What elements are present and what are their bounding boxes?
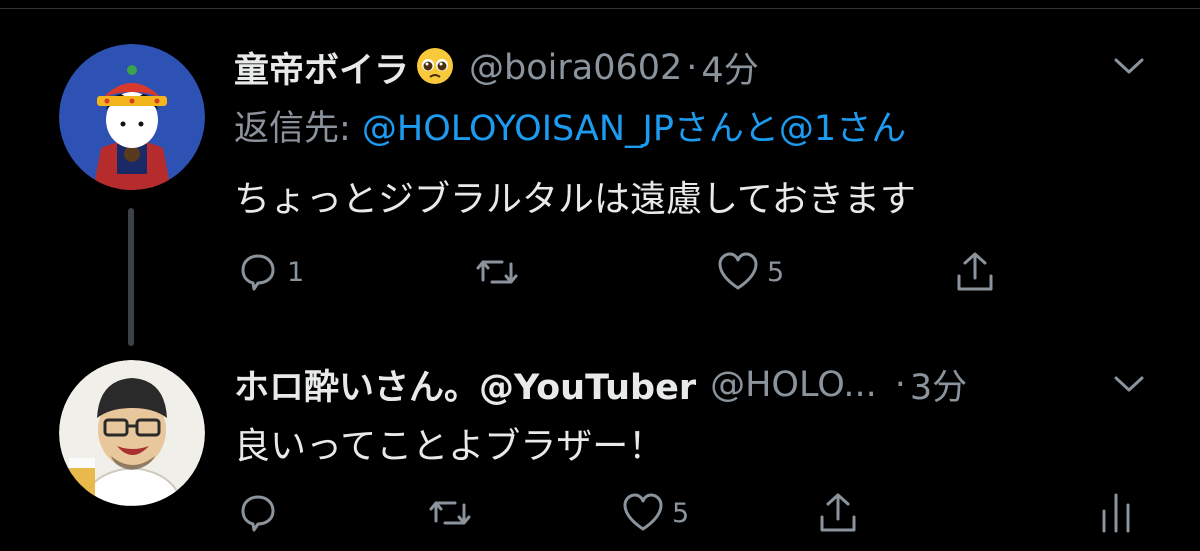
pleading-face-icon (415, 46, 455, 90)
chevron-down-icon[interactable] (1112, 372, 1146, 400)
like-count: 5 (767, 256, 785, 288)
share-icon (820, 493, 856, 532)
separator: · (686, 47, 698, 88)
divider (0, 8, 1200, 9)
separator: · (894, 364, 906, 405)
avatar[interactable] (59, 360, 205, 506)
reply-context: 返信先: @HOLOYOISAN_JPさんと@1さん (234, 100, 906, 151)
reply-button[interactable] (235, 491, 281, 535)
analytics-icon (1102, 493, 1130, 533)
reply-button[interactable]: 1 (235, 250, 304, 294)
reply-label: 返信先: (234, 109, 362, 149)
handle[interactable]: @boira0602 (469, 48, 682, 88)
tweet-text: 良いってことよブラザー！ (234, 426, 665, 467)
retweet-icon (476, 260, 518, 284)
share-button[interactable] (952, 248, 998, 294)
timestamp[interactable]: 3分 (910, 359, 967, 410)
tweet-header: 童帝ボイラ @boira0602 · 4分 (234, 42, 759, 93)
avatar[interactable] (59, 44, 205, 190)
share-icon (957, 252, 993, 291)
conversation-thread: 童帝ボイラ @boira0602 · 4分 返信先: @HOLOYOISAN_J… (0, 0, 1200, 551)
heart-icon (623, 493, 663, 531)
tweet-text: ちょっとジブラルタルは遠慮しておきます (234, 179, 916, 220)
heart-icon (718, 252, 758, 290)
reply-icon (241, 254, 275, 291)
retweet-icon (429, 501, 471, 525)
reply-count: 1 (287, 256, 305, 288)
timestamp[interactable]: 4分 (701, 42, 758, 93)
analytics-button[interactable] (1096, 489, 1136, 535)
display-name[interactable]: ホロ酔いさん。@YouTuber (234, 359, 696, 410)
like-button[interactable]: 5 (620, 491, 689, 535)
like-count: 5 (672, 497, 690, 529)
like-button[interactable]: 5 (715, 250, 784, 294)
reply-icon (241, 495, 275, 532)
reply-to-link[interactable]: @HOLOYOISAN_JPさんと@1さん (362, 109, 906, 149)
retweet-button[interactable] (472, 250, 522, 294)
tweet-header: ホロ酔いさん。@YouTuber @HOLO... · 3分 (234, 359, 967, 410)
handle[interactable]: @HOLO... (710, 365, 877, 405)
retweet-button[interactable] (425, 491, 475, 535)
chevron-down-icon[interactable] (1112, 54, 1146, 82)
share-button[interactable] (815, 489, 861, 535)
display-name[interactable]: 童帝ボイラ (234, 42, 409, 93)
thread-connector (128, 208, 134, 346)
